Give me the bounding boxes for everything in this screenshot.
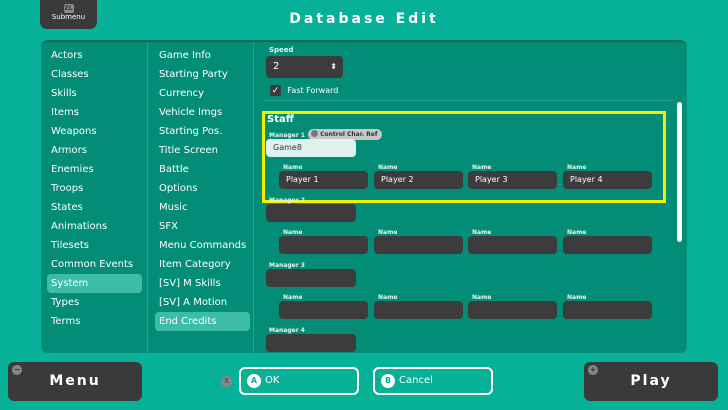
manager-input[interactable]: Game8 — [266, 139, 356, 157]
player-name-input[interactable] — [374, 301, 463, 319]
player-name-input[interactable] — [468, 301, 557, 319]
database-panel: Actors Classes Skills Items Weapons Armors Ene… — [41, 40, 687, 353]
subnav-item-starting-pos-[interactable]: Starting Pos. — [155, 122, 250, 141]
y-key-icon — [311, 130, 318, 137]
minus-icon: − — [12, 365, 22, 375]
subnav-item-game-info[interactable]: Game Info — [155, 46, 250, 65]
sidebar-item-tilesets[interactable]: Tilesets — [47, 236, 142, 255]
player-name-input[interactable] — [563, 236, 652, 254]
speed-label: Speed — [269, 46, 294, 54]
player-name-input[interactable]: Player 1 — [279, 171, 368, 189]
subnav-item-end-credits[interactable]: End Credits — [155, 312, 250, 331]
player-name-input[interactable] — [374, 236, 463, 254]
sidebar-item-states[interactable]: States — [47, 198, 142, 217]
subnav-item-menu-commands[interactable]: Menu Commands — [155, 236, 250, 255]
a-key-icon: A — [247, 374, 261, 388]
control-char-ref-label: Control Char. Ref — [320, 131, 378, 138]
name-label: Name — [472, 164, 492, 171]
checkmark-icon: ✓ — [270, 85, 281, 96]
play-label: Play — [630, 373, 672, 389]
name-label: Name — [283, 229, 303, 236]
subnav-item--sv-m-skills[interactable]: [SV] M Skills — [155, 274, 250, 293]
sidebar-item-weapons[interactable]: Weapons — [47, 122, 142, 141]
subnav-item-sfx[interactable]: SFX — [155, 217, 250, 236]
player-name-input[interactable] — [468, 236, 557, 254]
name-label: Name — [283, 164, 303, 171]
subnav-item-currency[interactable]: Currency — [155, 84, 250, 103]
player-name-input[interactable]: Player 3 — [468, 171, 557, 189]
sidebar-item-actors[interactable]: Actors — [47, 46, 142, 65]
sidebar-item-enemies[interactable]: Enemies — [47, 160, 142, 179]
name-label: Name — [472, 294, 492, 301]
manager-input[interactable] — [266, 269, 356, 287]
manager-input[interactable] — [266, 204, 356, 222]
sidebar-item-skills[interactable]: Skills — [47, 84, 142, 103]
play-button[interactable]: + Play — [584, 362, 718, 401]
speed-value: 2 — [273, 61, 280, 72]
sidebar-item-troops[interactable]: Troops — [47, 179, 142, 198]
sidebar-item-items[interactable]: Items — [47, 103, 142, 122]
scrollbar[interactable] — [677, 102, 682, 242]
menu-button[interactable]: − Menu — [8, 362, 142, 401]
player-name-input[interactable] — [279, 301, 368, 319]
subnav-item-music[interactable]: Music — [155, 198, 250, 217]
sidebar: Actors Classes Skills Items Weapons Armors Ene… — [41, 42, 148, 353]
player-name-input[interactable] — [563, 301, 652, 319]
manager-input[interactable] — [266, 334, 356, 352]
subnav-item-title-screen[interactable]: Title Screen — [155, 141, 250, 160]
page-title: Database Edit — [289, 11, 439, 27]
sidebar-item-armors[interactable]: Armors — [47, 141, 142, 160]
name-label: Name — [378, 164, 398, 171]
manager-label: Manager 3 — [269, 262, 305, 269]
subnav-item-options[interactable]: Options — [155, 179, 250, 198]
name-label: Name — [567, 164, 587, 171]
sidebar-item-common-events[interactable]: Common Events — [47, 255, 142, 274]
subnav-item-battle[interactable]: Battle — [155, 160, 250, 179]
b-key-icon: B — [381, 374, 395, 388]
subnav: Game Info Starting Party Currency Vehicle I… — [149, 42, 254, 353]
player-name-input[interactable] — [279, 236, 368, 254]
manager-label: Manager 4 — [269, 327, 305, 334]
plus-icon: + — [588, 365, 598, 375]
subnav-item--sv-a-motion[interactable]: [SV] A Motion — [155, 293, 250, 312]
manager-label: Manager 2 — [269, 197, 305, 204]
subnav-item-vehicle-imgs[interactable]: Vehicle Imgs — [155, 103, 250, 122]
x-key-icon: X — [221, 376, 232, 387]
ok-button[interactable]: A OK — [239, 367, 359, 395]
fast-forward-checkbox[interactable]: ✓ Fast Forward — [270, 85, 338, 97]
subnav-item-item-category[interactable]: Item Category — [155, 255, 250, 274]
name-label: Name — [472, 229, 492, 236]
sidebar-item-classes[interactable]: Classes — [47, 65, 142, 84]
system-end-credits-content: Speed 2 ⬍ ✓ Fast Forward Staff Control C… — [257, 42, 687, 353]
player-name-input[interactable]: Player 4 — [563, 171, 652, 189]
menu-label: Menu — [49, 373, 101, 389]
name-label: Name — [567, 229, 587, 236]
name-label: Name — [378, 294, 398, 301]
subnav-item-starting-party[interactable]: Starting Party — [155, 65, 250, 84]
name-label: Name — [283, 294, 303, 301]
manager-label: Manager 1 — [269, 132, 305, 139]
staff-title: Staff — [267, 114, 294, 125]
up-down-arrows-icon: ⬍ — [330, 62, 337, 71]
sidebar-item-types[interactable]: Types — [47, 293, 142, 312]
name-label: Name — [567, 294, 587, 301]
name-label: Name — [378, 229, 398, 236]
sidebar-item-animations[interactable]: Animations — [47, 217, 142, 236]
cancel-button[interactable]: B Cancel — [373, 367, 493, 395]
fast-forward-label: Fast Forward — [287, 86, 339, 95]
divider — [265, 100, 673, 101]
sidebar-item-system[interactable]: System — [47, 274, 142, 293]
ok-label: OK — [265, 375, 280, 386]
player-name-input[interactable]: Player 2 — [374, 171, 463, 189]
staff-highlight — [262, 111, 666, 203]
cancel-label: Cancel — [399, 375, 433, 386]
sidebar-item-terms[interactable]: Terms — [47, 312, 142, 331]
speed-select[interactable]: 2 ⬍ — [266, 56, 343, 78]
